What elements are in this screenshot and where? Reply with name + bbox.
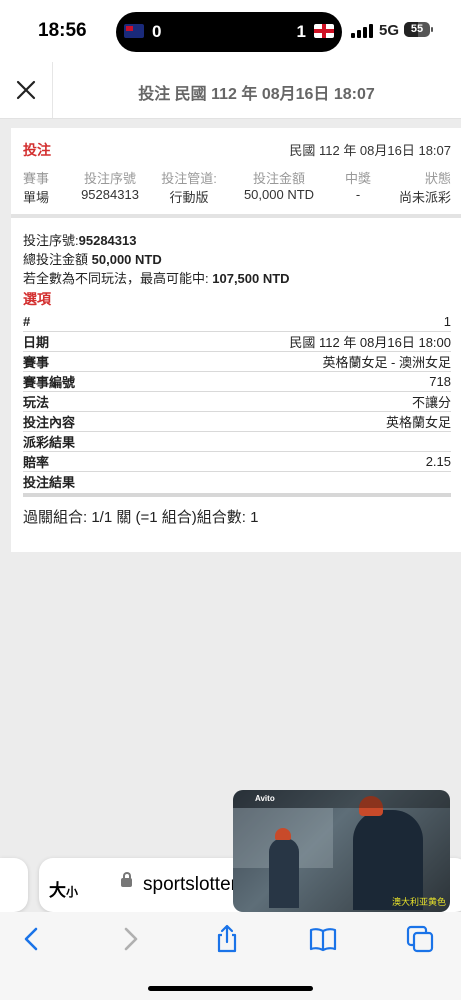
bet-card-header: 投注 民國 112 年 08月16日 18:07: [23, 140, 451, 160]
row-value: 不讓分: [411, 395, 451, 410]
table-row: 賠率 2.15: [23, 452, 451, 472]
share-icon[interactable]: [212, 924, 242, 954]
column-header: 投注序號: [83, 171, 136, 186]
row-key: 派彩結果: [23, 435, 76, 450]
picture-in-picture-video[interactable]: Avito 澳大利亚黄色: [233, 790, 450, 912]
bet-status-value: 尚未派彩: [398, 190, 451, 205]
row-value: 2.15: [425, 454, 451, 469]
score-left: 0: [152, 22, 162, 41]
live-activity-score[interactable]: 0 1: [116, 12, 342, 52]
row-key: 玩法: [23, 395, 50, 410]
table-row: 投注內容 英格蘭女足: [23, 412, 451, 432]
column-header: 中獎: [344, 171, 371, 186]
england-flag-icon: [314, 24, 334, 38]
home-indicator[interactable]: [148, 986, 313, 991]
bet-label: 投注: [23, 142, 51, 158]
row-key: 投注結果: [23, 475, 76, 490]
video-figure-helmet: [275, 828, 291, 840]
video-caption: 澳大利亚黄色: [391, 897, 446, 907]
bet-detail-card: 投注 民國 112 年 08月16日 18:07 賽事 投注序號 投注管道: 投…: [11, 128, 461, 552]
column-header: 投注金額: [252, 171, 305, 186]
divider: [23, 493, 451, 497]
text-size-button[interactable]: 大小: [49, 876, 78, 901]
bookmarks-icon[interactable]: [308, 924, 338, 954]
tabs-icon[interactable]: [405, 924, 435, 954]
row-value: 英格蘭女足: [385, 415, 451, 430]
page-title: 投注 民國 112 年 08月16日 18:07: [138, 86, 375, 103]
total-label: 總投注金額: [23, 252, 89, 267]
status-bar: 18:56 0 1 5G 55: [0, 0, 461, 62]
url-text[interactable]: sportslottery: [143, 874, 246, 896]
parlay-summary: 過關組合: 1/1 關 (=1 組合)組合數: 1: [23, 509, 259, 526]
max-payout: 107,500 NTD: [212, 271, 290, 286]
bet-date: 民國 112 年 08月16日 18:07: [289, 143, 451, 158]
row-value: 1: [443, 314, 451, 329]
text-size-small: 小: [66, 885, 79, 899]
battery-icon: 55: [404, 22, 433, 37]
table-row: 派彩結果: [23, 432, 451, 452]
row-key: 賠率: [23, 455, 50, 470]
row-key: 賽事編號: [23, 375, 76, 390]
column-header: 投注管道:: [161, 171, 217, 186]
bet-summary-info: 投注序號:95284313 總投注金額 50,000 NTD 若全數為不同玩法，…: [23, 231, 290, 288]
bet-column-headers: 賽事 投注序號 投注管道: 投注金額 中獎 狀態: [23, 168, 451, 187]
australia-flag-icon: [124, 24, 144, 38]
video-brand: Avito: [255, 794, 275, 803]
total-amount: 50,000 NTD: [91, 252, 162, 267]
table-row: #1: [23, 312, 451, 332]
table-row: 賽事編號 718: [23, 372, 451, 392]
text-size-large: 大: [49, 881, 66, 900]
lock-icon: [121, 872, 132, 887]
row-key: 賽事: [23, 355, 50, 370]
bet-column-values: 單場 95284313 行動版 50,000 NTD - 尚未派彩: [23, 187, 451, 206]
column-header: 賽事: [23, 171, 50, 186]
column-header: 狀態: [424, 171, 451, 186]
row-value: 英格蘭女足 - 澳洲女足: [322, 355, 451, 370]
back-icon[interactable]: [17, 924, 47, 954]
video-figure: [269, 838, 299, 908]
bet-type-value: 單場: [23, 190, 50, 205]
max-payout-label: 若全數為不同玩法，最高可能中:: [23, 271, 209, 286]
options-label: 選項: [23, 291, 51, 307]
page-header: 投注 民國 112 年 08月16日 18:07: [0, 62, 461, 119]
table-row: 日期 民國 112 年 08月16日 18:00: [23, 332, 451, 352]
bet-amount-value: 50,000 NTD: [243, 187, 315, 202]
bet-serial-value: 95284313: [81, 187, 139, 202]
options-table: #1 日期 民國 112 年 08月16日 18:00 賽事 英格蘭女足 - 澳洲女…: [23, 312, 451, 497]
battery-level: 55: [410, 23, 424, 35]
clock: 18:56: [38, 20, 87, 41]
row-key: #: [23, 314, 31, 329]
forward-icon[interactable]: [115, 924, 145, 954]
previous-tab-peek[interactable]: [0, 858, 28, 912]
divider: [11, 214, 461, 218]
serial-number: 95284313: [78, 233, 137, 248]
table-row: 賽事 英格蘭女足 - 澳洲女足: [23, 352, 451, 372]
row-key: 日期: [23, 335, 50, 350]
serial-label: 投注序號:: [23, 233, 79, 248]
row-value: 718: [429, 374, 451, 389]
table-row: 投注結果: [23, 472, 451, 491]
close-button[interactable]: [0, 62, 53, 118]
row-key: 投注內容: [23, 415, 76, 430]
table-row: 玩法 不讓分: [23, 392, 451, 412]
score-right: 1: [296, 22, 306, 41]
bet-channel-value: 行動版: [169, 190, 209, 205]
network-type: 5G: [379, 22, 400, 39]
bet-prize-value: -: [355, 187, 361, 202]
cellular-signal-icon: [351, 24, 373, 38]
row-value: 民國 112 年 08月16日 18:00: [289, 335, 451, 350]
close-icon: [16, 80, 36, 100]
